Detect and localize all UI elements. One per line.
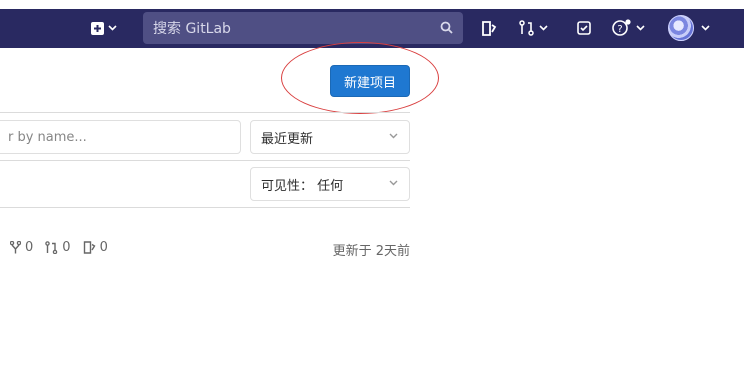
merge-request-icon — [519, 20, 534, 36]
search-icon — [440, 21, 453, 34]
divider — [0, 207, 410, 208]
question-icon: ? — [612, 19, 631, 36]
svg-text:?: ? — [617, 24, 622, 35]
plus-square-icon — [91, 21, 104, 35]
new-project-button[interactable]: 新建项目 — [330, 65, 410, 97]
forks-stat[interactable]: 0 — [10, 240, 33, 255]
help-dropdown[interactable]: ? — [612, 18, 645, 38]
merge-requests-count: 0 — [62, 240, 71, 255]
chevron-down-icon — [389, 180, 398, 186]
avatar — [668, 15, 694, 41]
visibility-dropdown-label: 可见性： 任何 — [261, 178, 344, 194]
filter-by-name-input[interactable]: r by name... — [0, 120, 241, 154]
merge-request-icon — [45, 241, 58, 254]
chevron-down-icon — [389, 133, 398, 139]
divider — [0, 112, 410, 113]
todos-button[interactable] — [577, 18, 591, 38]
fork-icon — [10, 241, 21, 254]
issues-icon — [83, 241, 96, 254]
top-navbar: 搜索 GitLab ? — [0, 0, 744, 48]
checkbox-icon — [577, 21, 591, 35]
issues-count: 0 — [99, 240, 108, 255]
chevron-down-icon — [701, 25, 710, 31]
user-menu-dropdown[interactable] — [668, 15, 710, 41]
search-placeholder: 搜索 GitLab — [153, 21, 231, 37]
search-input[interactable]: 搜索 GitLab — [143, 12, 463, 44]
issues-stat[interactable]: 0 — [83, 240, 108, 255]
merge-requests-stat[interactable]: 0 — [45, 240, 71, 255]
issues-icon — [482, 20, 497, 36]
updated-timestamp: 更新于 2天前 — [332, 244, 410, 259]
filter-placeholder: r by name... — [8, 129, 87, 145]
divider — [0, 160, 410, 161]
chevron-down-icon — [108, 25, 117, 31]
visibility-dropdown[interactable]: 可见性： 任何 — [250, 167, 410, 201]
project-stats: 0 0 0 — [10, 240, 120, 255]
todos-issues-button[interactable] — [481, 18, 497, 38]
forks-count: 0 — [25, 240, 34, 255]
chevron-down-icon — [636, 25, 645, 31]
sort-dropdown[interactable]: 最近更新 — [250, 120, 410, 154]
new-dropdown-button[interactable] — [91, 18, 117, 38]
sort-dropdown-label: 最近更新 — [261, 131, 314, 147]
merge-requests-dropdown[interactable] — [519, 18, 548, 38]
chevron-down-icon — [539, 25, 548, 31]
